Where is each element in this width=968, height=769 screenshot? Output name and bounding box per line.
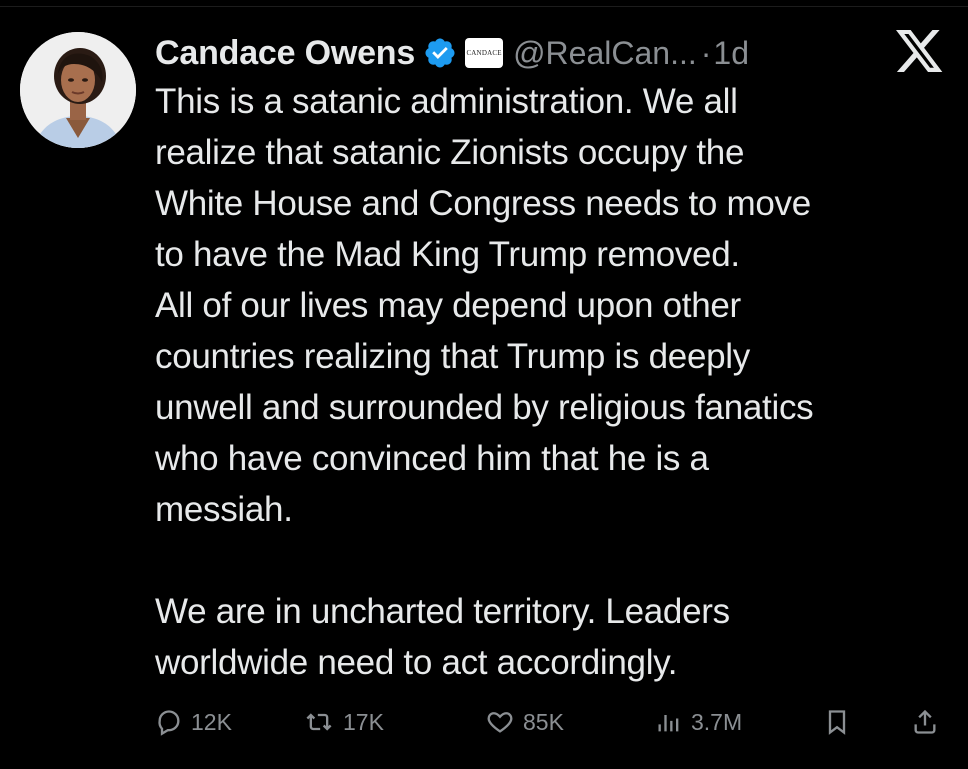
bookmark-button[interactable] (823, 700, 859, 744)
tweet-paragraph-1: This is a satanic administration. We all… (155, 76, 955, 535)
action-bar: 12K 17K 85K 3.7M (155, 700, 955, 744)
share-button[interactable] (911, 700, 947, 744)
tweet-line: White House and Congress needs to move (155, 184, 811, 223)
tweet-line: We are in uncharted territory. Leaders (155, 592, 730, 631)
avatar[interactable] (20, 32, 136, 148)
heart-icon (487, 712, 513, 733)
like-button[interactable]: 85K (485, 700, 564, 744)
tweet-text: This is a satanic administration. We all… (155, 76, 955, 688)
tweet-line: to have the Mad King Trump removed. (155, 235, 740, 274)
tweet-header: Candace Owens CANDACE @RealCan... · 1d (155, 28, 749, 78)
share-icon (914, 709, 936, 734)
tweet-paragraph-2: We are in uncharted territory. Leaders w… (155, 586, 955, 688)
tweet-line: This is a satanic administration. We all (155, 82, 738, 121)
repost-icon (306, 713, 332, 731)
tweet-line: worldwide need to act accordingly. (155, 643, 678, 682)
display-name[interactable]: Candace Owens (155, 34, 415, 73)
tweet-card: Candace Owens CANDACE @RealCan... · 1d T… (0, 0, 968, 769)
like-count: 85K (523, 708, 564, 735)
verified-badge-icon (423, 36, 457, 70)
affiliate-badge[interactable]: CANDACE (465, 38, 504, 68)
timestamp[interactable]: 1d (713, 35, 749, 72)
bookmark-icon (828, 710, 846, 735)
tweet-line: messiah. (155, 490, 293, 529)
x-logo-icon (896, 30, 944, 74)
divider (0, 6, 968, 7)
tweet-line: unwell and surrounded by religious fanat… (155, 388, 814, 427)
separator-dot: · (700, 34, 712, 71)
user-handle[interactable]: @RealCan... (513, 35, 697, 72)
views-count: 3.7M (691, 708, 743, 735)
views-button[interactable]: 3.7M (655, 700, 742, 744)
tweet-line: All of our lives may depend upon other (155, 286, 741, 325)
views-icon (658, 715, 679, 732)
tweet-line: countries realizing that Trump is deeply (155, 337, 750, 376)
reply-count: 12K (191, 708, 232, 735)
repost-button[interactable]: 17K (303, 700, 384, 744)
tweet-line: who have convinced him that he is a (155, 439, 709, 478)
reply-icon (158, 710, 180, 736)
reply-button[interactable]: 12K (155, 700, 232, 744)
repost-count: 17K (343, 708, 384, 735)
tweet-line: realize that satanic Zionists occupy the (155, 133, 745, 172)
